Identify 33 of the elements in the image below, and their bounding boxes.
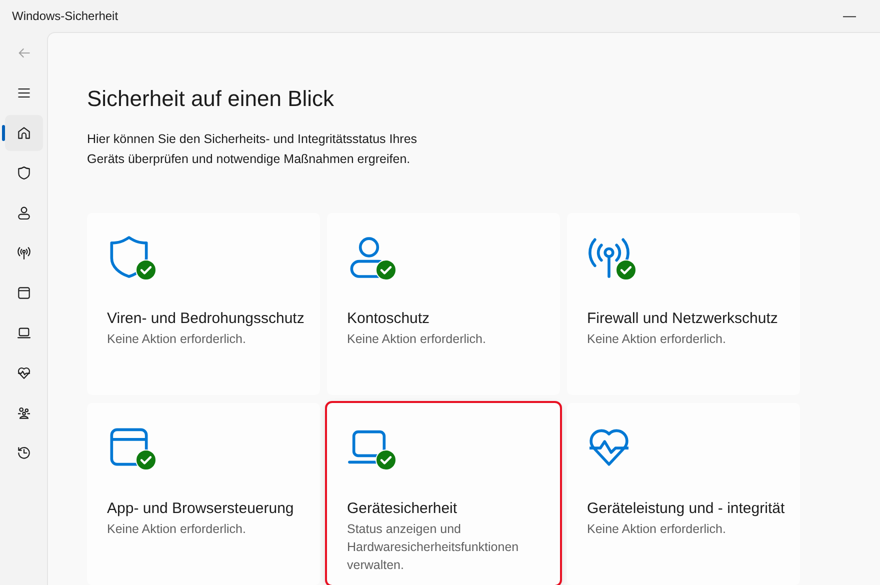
heart-pulse-icon (16, 365, 32, 381)
card-title: Gerätesicherheit (347, 499, 458, 519)
card-status: Keine Aktion erforderlich. (107, 331, 247, 348)
card-status: Keine Aktion erforderlich. (587, 521, 727, 538)
nav-item[interactable] (4, 115, 42, 151)
window-title: Windows-Sicherheit (12, 8, 118, 25)
person-icon (16, 205, 32, 221)
card-status: Keine Aktion erforderlich. (587, 331, 727, 348)
minimize-button[interactable]: — (839, 6, 860, 26)
status-card[interactable]: Gerätesicherheit Status anzeigen und Hardwaresicherheitsfunktionen verwalten. (327, 403, 560, 585)
card-title: Firewall und Netzwerkschutz (587, 309, 779, 329)
card-title: Geräteleistung und - integrität (587, 499, 786, 519)
status-card[interactable]: App- und Browsersteuerung Keine Aktion erforderlich. (87, 403, 320, 585)
card-status: Keine Aktion erforderlich. (347, 331, 487, 348)
status-card[interactable]: Kontoschutz Keine Aktion erforderlich. (327, 213, 560, 395)
card-status: Keine Aktion erforderlich. (107, 521, 247, 538)
family-icon (16, 405, 32, 421)
laptop-icon (16, 325, 32, 341)
card-status: Status anzeigen und Hardwaresicherheitsfunktionen verwalten. (347, 521, 520, 574)
card-title: App- und Browsersteuerung (107, 499, 295, 519)
status-card[interactable]: Viren- und Bedrohungsschutz Keine Aktion erforderlich. (87, 213, 320, 395)
home-icon (16, 125, 32, 141)
page-description: Hier können Sie den Sicherheits- und Integritätsstatus Ihres Geräts überprüfen und notwendige Maßnahmen ergreifen. (87, 131, 418, 168)
browser-window-icon (16, 285, 32, 301)
shield-icon (16, 165, 32, 181)
card-title: Viren- und Bedrohungsschutz (107, 309, 306, 329)
history-icon (16, 445, 32, 461)
page-title: Sicherheit auf einen Blick (87, 85, 336, 113)
selection-indicator (2, 125, 4, 141)
card-title: Kontoschutz (347, 309, 431, 329)
status-card[interactable]: Geräteleistung und - integrität Keine Aktion erforderlich. (567, 403, 800, 585)
antenna-icon (16, 245, 32, 261)
status-card[interactable]: Firewall und Netzwerkschutz Keine Aktion erforderlich. (567, 213, 800, 395)
